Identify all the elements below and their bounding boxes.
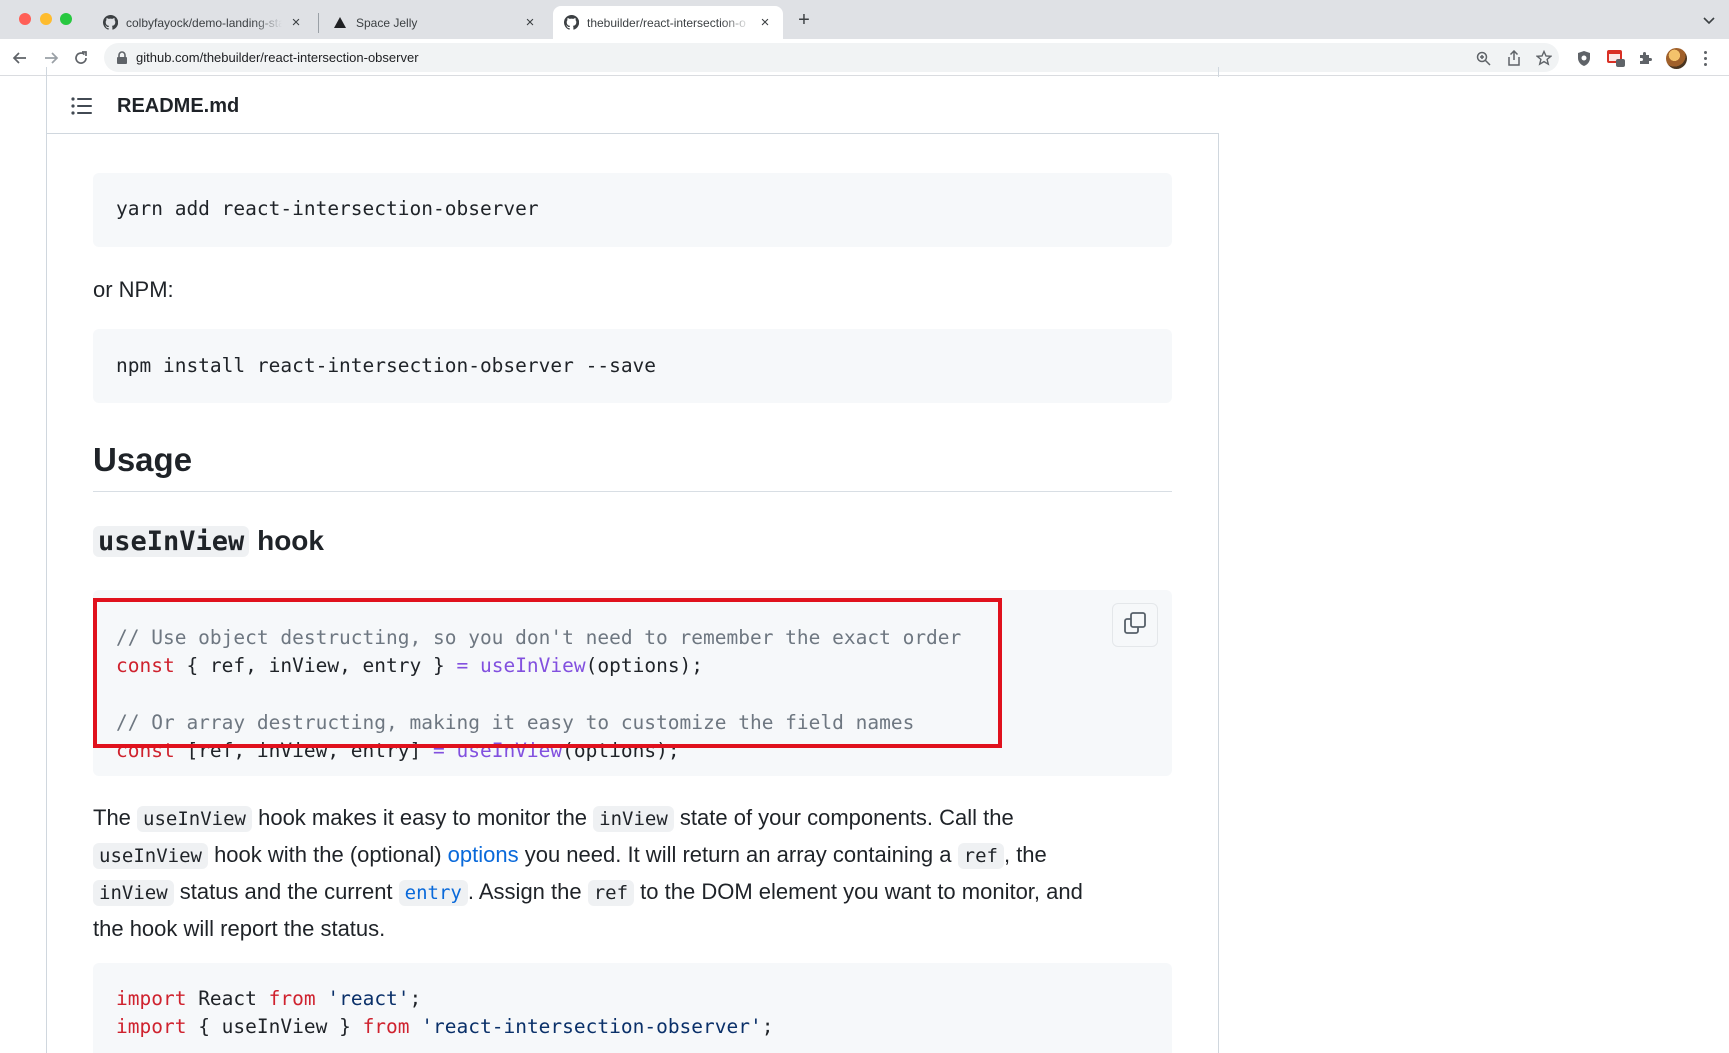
copy-icon [1123, 611, 1147, 640]
readme-header: README.md [47, 77, 1219, 134]
new-tab-button[interactable]: + [794, 10, 814, 30]
paragraph-line: inView status and the current entry. Ass… [93, 874, 1183, 911]
triangle-logo-icon [332, 15, 348, 31]
code-line: import React from 'react'; [116, 987, 422, 1010]
tab-title: thebuilder/react-intersection-o [587, 15, 746, 30]
options-link[interactable]: options [448, 842, 519, 867]
hook-description: The useInView hook makes it easy to moni… [93, 800, 1183, 946]
entry-link[interactable]: entry [398, 880, 468, 906]
hook-heading: useInView hook [93, 525, 324, 557]
puzzle-extensions-icon[interactable] [1635, 48, 1655, 68]
code-line: npm install react-intersection-observer … [116, 354, 657, 377]
paragraph-line: The useInView hook makes it easy to moni… [93, 805, 1014, 832]
code-line: yarn add react-intersection-observer [116, 197, 539, 220]
readme-filename: README.md [117, 95, 240, 117]
import-code-block: import React from 'react'; import { useI… [93, 963, 1172, 1053]
reload-icon[interactable] [71, 48, 91, 68]
hook-heading-code: useInView [93, 526, 250, 557]
more-menu-icon[interactable] [1700, 48, 1710, 68]
close-icon[interactable]: × [288, 14, 304, 31]
window-close-button[interactable] [19, 13, 31, 25]
window-zoom-button[interactable] [60, 13, 72, 25]
outline-list-icon[interactable] [71, 96, 93, 116]
tab-title: Space Jelly [356, 15, 418, 30]
heading-divider [93, 491, 1172, 492]
inline-code: ref [587, 880, 635, 906]
inline-code: useInView [93, 843, 208, 869]
bookmark-star-icon[interactable] [1535, 49, 1553, 67]
window-minimize-button[interactable] [40, 13, 52, 25]
browser-tab-3-active[interactable]: thebuilder/react-intersection-o × [553, 6, 783, 39]
shield-extension-icon[interactable] [1574, 48, 1594, 68]
chevron-down-icon[interactable] [1701, 12, 1717, 28]
usage-heading: Usage [93, 441, 193, 478]
zoom-icon[interactable] [1474, 49, 1492, 67]
browser-tab-2[interactable]: Space Jelly × [322, 6, 548, 39]
tab-separator [318, 13, 319, 33]
inline-code: ref [957, 843, 1004, 869]
hook-heading-text: hook [249, 525, 324, 556]
close-icon[interactable]: × [757, 14, 773, 31]
npm-code-block: npm install react-intersection-observer … [93, 329, 1172, 403]
tab-title: colbyfayock/demo-landing-sta [126, 15, 282, 30]
inline-code: useInView [137, 806, 252, 832]
browser-tab-bar: colbyfayock/demo-landing-sta × Space Jel… [0, 0, 1729, 39]
browser-tab-1[interactable]: colbyfayock/demo-landing-sta × [92, 6, 314, 39]
back-arrow-icon[interactable] [10, 48, 30, 68]
inline-code: inView [93, 880, 174, 906]
calendar-extension-icon[interactable] [1606, 48, 1626, 68]
github-icon [102, 15, 118, 31]
paragraph-line: the hook will report the status. [93, 916, 386, 941]
github-icon [563, 15, 579, 31]
share-icon[interactable] [1505, 49, 1523, 67]
inline-code: inView [593, 806, 674, 832]
profile-avatar[interactable] [1666, 48, 1687, 69]
close-icon[interactable]: × [522, 14, 538, 31]
github-readme-page: README.md yarn add react-intersection-ob… [0, 67, 1729, 1053]
url-text: github.com/thebuilder/react-intersection… [136, 50, 419, 65]
code-line: import { useInView } from 'react-interse… [116, 1015, 774, 1038]
lock-icon[interactable] [116, 51, 128, 64]
npm-label: or NPM: [93, 277, 174, 302]
copy-code-button[interactable] [1112, 603, 1158, 647]
forward-arrow-icon[interactable] [41, 48, 61, 68]
yarn-code-block: yarn add react-intersection-observer [93, 173, 1172, 247]
paragraph-line: useInView hook with the (optional) optio… [93, 837, 1183, 874]
red-highlight-box [93, 598, 1002, 748]
